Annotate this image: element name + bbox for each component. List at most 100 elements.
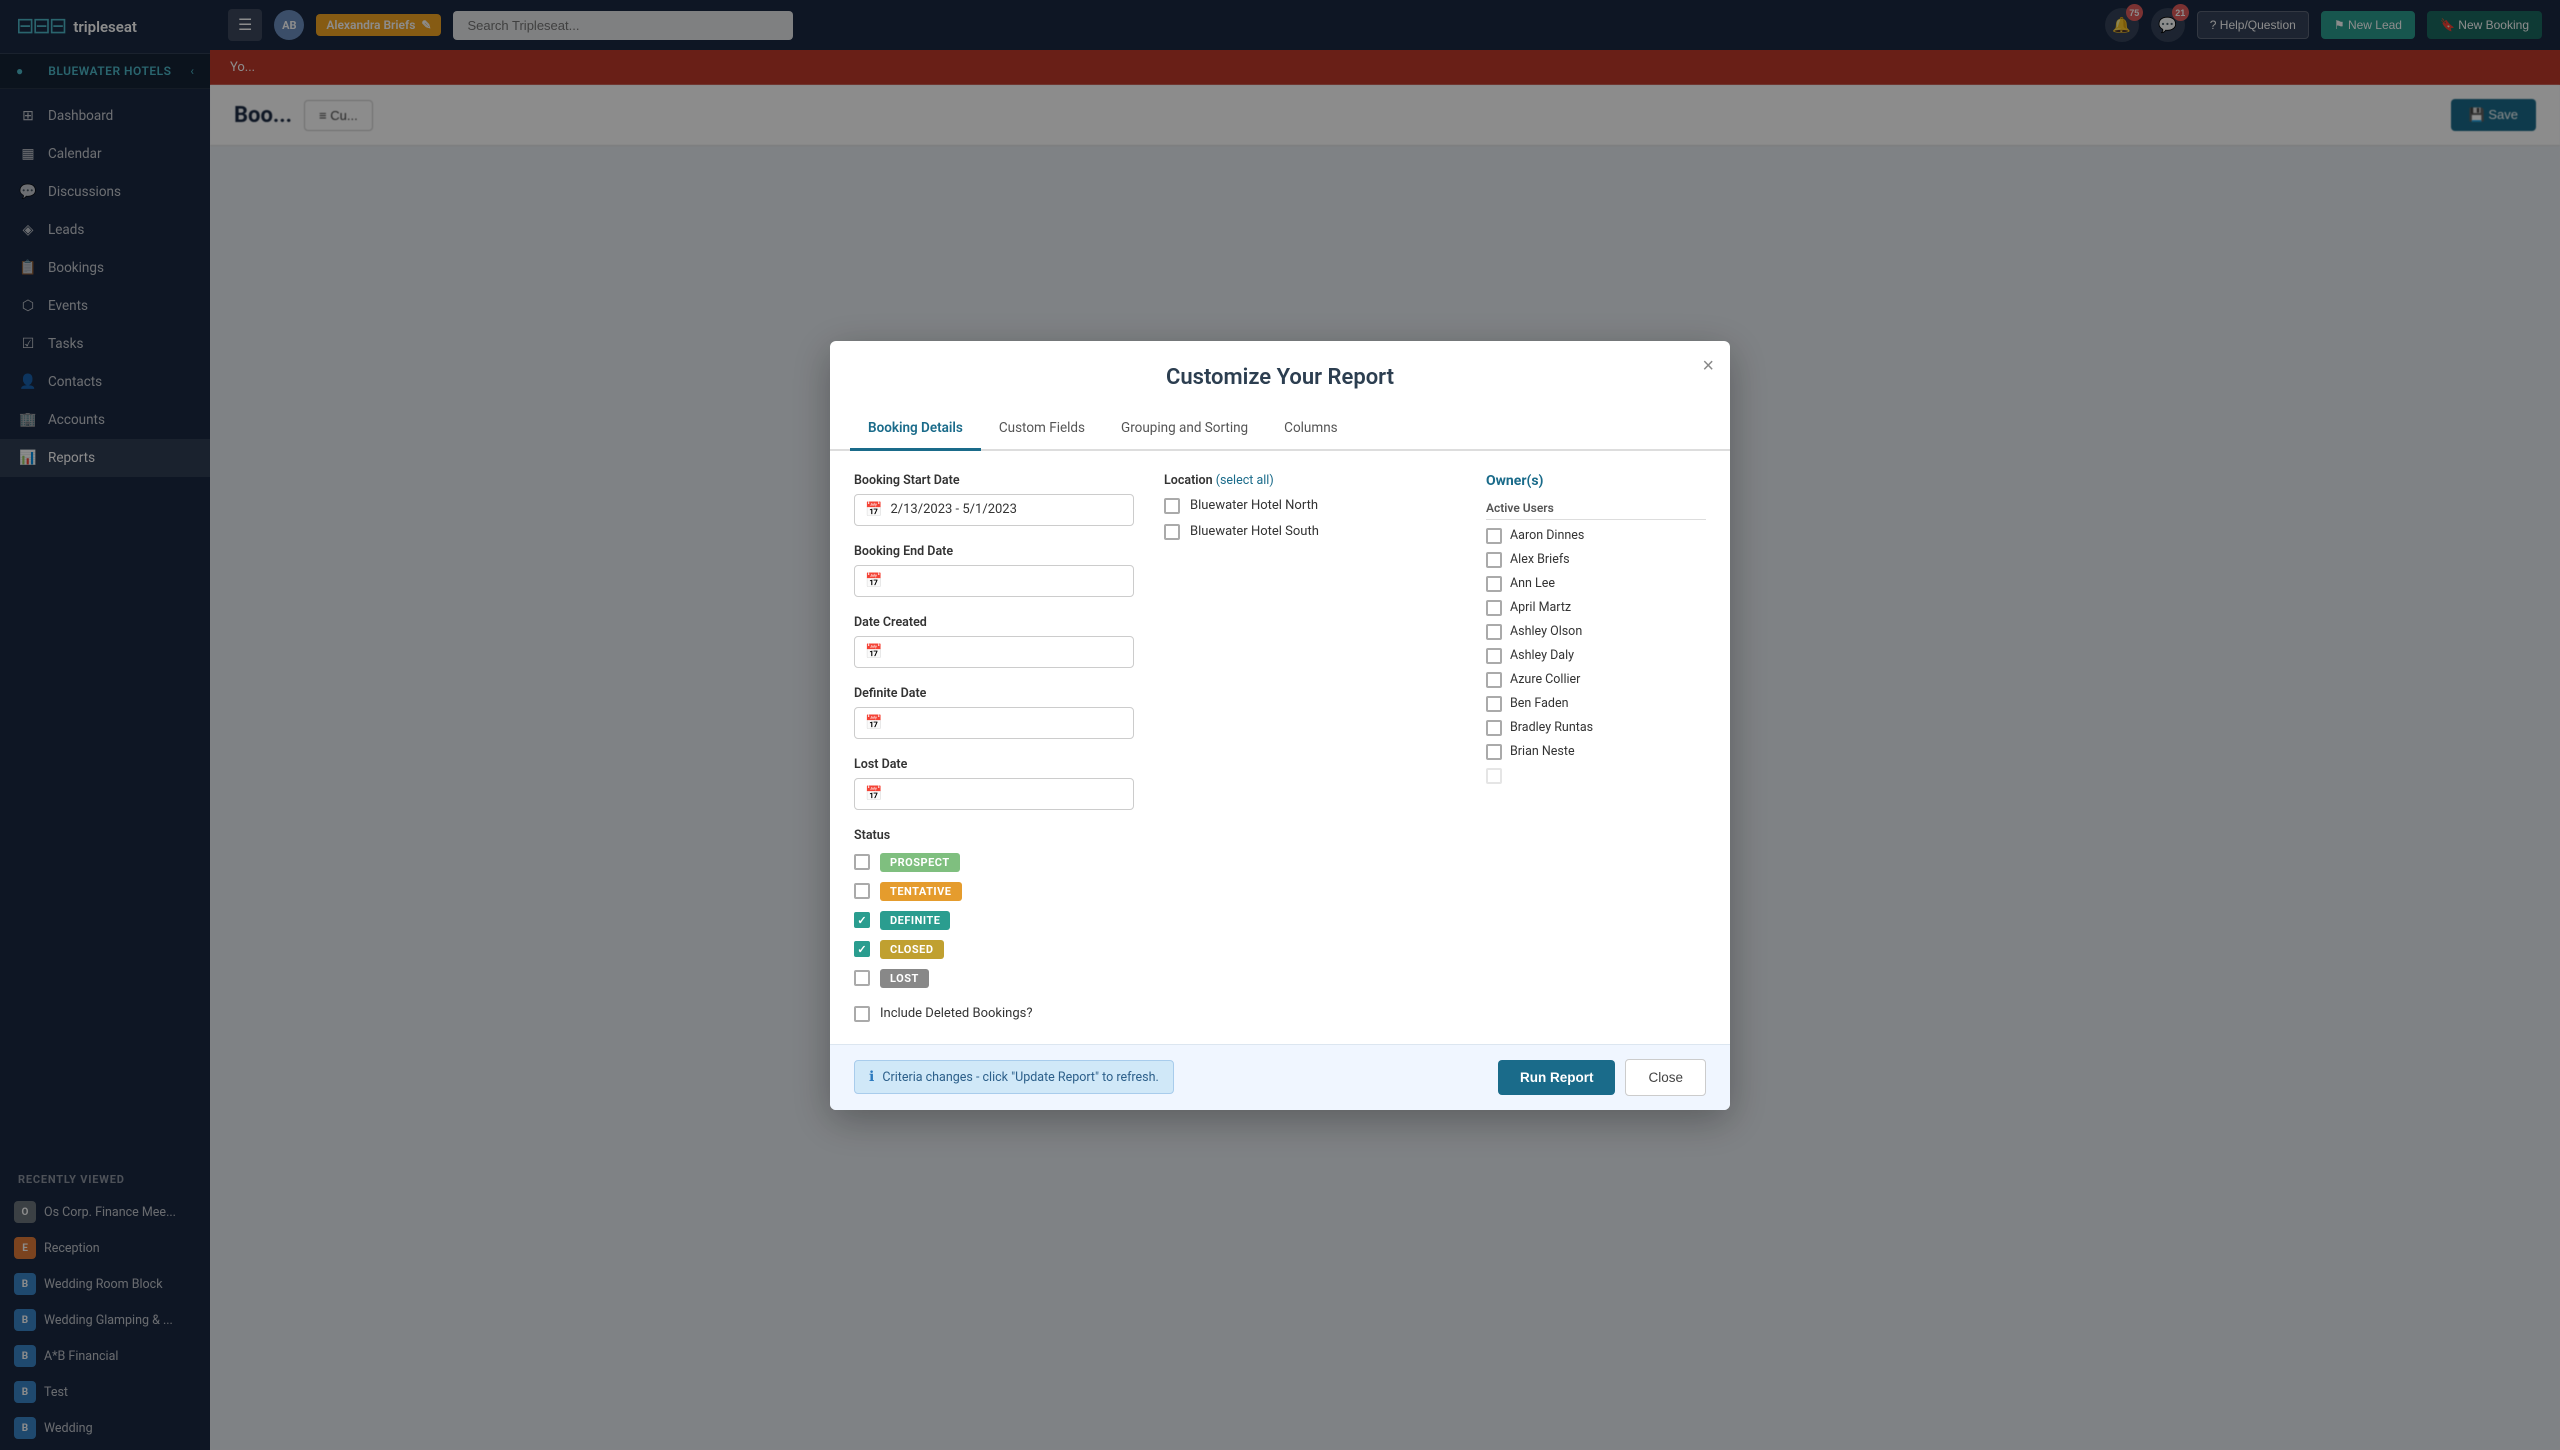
calendar-icon-start: 📅 xyxy=(865,502,882,518)
owner-checkbox-azure[interactable] xyxy=(1486,672,1502,688)
owner-checkbox-ann[interactable] xyxy=(1486,576,1502,592)
include-deleted-checkbox[interactable] xyxy=(854,1006,870,1022)
owner-name-ashley-d: Ashley Daly xyxy=(1510,648,1574,663)
location-checkbox-north[interactable] xyxy=(1164,498,1180,514)
owner-checkbox-bradley[interactable] xyxy=(1486,720,1502,736)
location-checkbox-south[interactable] xyxy=(1164,524,1180,540)
booking-start-date-input[interactable]: 📅 2/13/2023 - 5/1/2023 xyxy=(854,494,1134,526)
location-group: Location (select all) Bluewater Hotel No… xyxy=(1164,473,1456,540)
active-users-label: Active Users xyxy=(1486,501,1706,520)
status-group: Status PROSPECT TENTATIVE DEFINITE xyxy=(854,828,1134,988)
status-item-closed: CLOSED xyxy=(854,940,1134,959)
owner-name-brian: Brian Neste xyxy=(1510,744,1575,759)
owner-item-more xyxy=(1486,768,1706,784)
booking-end-date-input[interactable]: 📅 xyxy=(854,565,1134,597)
status-badge-prospect: PROSPECT xyxy=(880,853,960,872)
tab-booking-details[interactable]: Booking Details xyxy=(850,408,981,451)
status-checkbox-tentative[interactable] xyxy=(854,883,870,899)
booking-start-date-group: Booking Start Date 📅 2/13/2023 - 5/1/202… xyxy=(854,473,1134,526)
owner-name-ann: Ann Lee xyxy=(1510,576,1555,591)
include-deleted-group: Include Deleted Bookings? xyxy=(854,1006,1134,1022)
modal-tabs: Booking Details Custom Fields Grouping a… xyxy=(830,408,1730,451)
modal-overlay[interactable]: Customize Your Report × Booking Details … xyxy=(0,0,2560,1450)
owner-checkbox-aaron[interactable] xyxy=(1486,528,1502,544)
definite-date-input[interactable]: 📅 xyxy=(854,707,1134,739)
lost-date-input[interactable]: 📅 xyxy=(854,778,1134,810)
owner-checkbox-more[interactable] xyxy=(1486,768,1502,784)
status-checkbox-definite[interactable] xyxy=(854,912,870,928)
location-item-south: Bluewater Hotel South xyxy=(1164,524,1456,540)
calendar-icon-lost: 📅 xyxy=(865,786,882,802)
location-header: Location (select all) xyxy=(1164,473,1456,488)
definite-date-label: Definite Date xyxy=(854,686,1134,701)
modal-footer: ℹ Criteria changes - click "Update Repor… xyxy=(830,1044,1730,1110)
calendar-icon-definite: 📅 xyxy=(865,715,882,731)
status-badge-closed: CLOSED xyxy=(880,940,944,959)
status-item-tentative: TENTATIVE xyxy=(854,882,1134,901)
booking-end-date-group: Booking End Date 📅 xyxy=(854,544,1134,597)
location-name-south: Bluewater Hotel South xyxy=(1190,524,1319,539)
modal-title: Customize Your Report xyxy=(854,365,1706,390)
lost-date-label: Lost Date xyxy=(854,757,1134,772)
modal-col-mid: Location (select all) Bluewater Hotel No… xyxy=(1164,473,1456,1022)
date-created-label: Date Created xyxy=(854,615,1134,630)
include-deleted-label: Include Deleted Bookings? xyxy=(880,1006,1033,1021)
status-item-prospect: PROSPECT xyxy=(854,853,1134,872)
status-item-definite: DEFINITE xyxy=(854,911,1134,930)
modal-close-footer-button[interactable]: Close xyxy=(1625,1059,1706,1096)
owner-item-brian: Brian Neste xyxy=(1486,744,1706,760)
calendar-icon-end: 📅 xyxy=(865,573,882,589)
date-created-input[interactable]: 📅 xyxy=(854,636,1134,668)
customize-report-modal: Customize Your Report × Booking Details … xyxy=(830,341,1730,1110)
owner-name-ben: Ben Faden xyxy=(1510,696,1569,711)
owner-item-ben: Ben Faden xyxy=(1486,696,1706,712)
status-badge-lost: LOST xyxy=(880,969,929,988)
status-badge-definite: DEFINITE xyxy=(880,911,950,930)
location-name-north: Bluewater Hotel North xyxy=(1190,498,1318,513)
owner-checkbox-brian[interactable] xyxy=(1486,744,1502,760)
owner-checkbox-alex[interactable] xyxy=(1486,552,1502,568)
tab-columns[interactable]: Columns xyxy=(1266,408,1355,451)
definite-date-group: Definite Date 📅 xyxy=(854,686,1134,739)
location-select-all[interactable]: (select all) xyxy=(1216,473,1274,488)
owner-checkbox-ashley-d[interactable] xyxy=(1486,648,1502,664)
owner-item-april: April Martz xyxy=(1486,600,1706,616)
tab-grouping-sorting[interactable]: Grouping and Sorting xyxy=(1103,408,1266,451)
modal-col-right: Owner(s) Active Users Aaron Dinnes Alex … xyxy=(1486,473,1706,1022)
tab-custom-fields[interactable]: Custom Fields xyxy=(981,408,1103,451)
status-badge-tentative: TENTATIVE xyxy=(880,882,962,901)
modal-col-left: Booking Start Date 📅 2/13/2023 - 5/1/202… xyxy=(854,473,1134,1022)
owner-item-bradley: Bradley Runtas xyxy=(1486,720,1706,736)
lost-date-group: Lost Date 📅 xyxy=(854,757,1134,810)
status-checkbox-closed[interactable] xyxy=(854,941,870,957)
owner-item-azure: Azure Collier xyxy=(1486,672,1706,688)
owner-name-aaron: Aaron Dinnes xyxy=(1510,528,1584,543)
run-report-button[interactable]: Run Report xyxy=(1498,1060,1616,1095)
location-item-north: Bluewater Hotel North xyxy=(1164,498,1456,514)
owner-name-alex: Alex Briefs xyxy=(1510,552,1570,567)
owner-checkbox-ashley-o[interactable] xyxy=(1486,624,1502,640)
status-checkbox-prospect[interactable] xyxy=(854,854,870,870)
owner-checkbox-ben[interactable] xyxy=(1486,696,1502,712)
modal-close-button[interactable]: × xyxy=(1702,355,1714,378)
owner-item-ashley-d: Ashley Daly xyxy=(1486,648,1706,664)
owner-item-ann: Ann Lee xyxy=(1486,576,1706,592)
status-label: Status xyxy=(854,828,1134,843)
booking-start-date-value: 2/13/2023 - 5/1/2023 xyxy=(890,502,1016,517)
booking-end-date-label: Booking End Date xyxy=(854,544,1134,559)
footer-info: ℹ Criteria changes - click "Update Repor… xyxy=(854,1060,1174,1094)
owner-name-ashley-o: Ashley Olson xyxy=(1510,624,1582,639)
status-item-lost: LOST xyxy=(854,969,1134,988)
owner-checkbox-april[interactable] xyxy=(1486,600,1502,616)
info-icon: ℹ xyxy=(869,1069,874,1085)
date-created-group: Date Created 📅 xyxy=(854,615,1134,668)
owner-name-april: April Martz xyxy=(1510,600,1571,615)
owner-item-aaron: Aaron Dinnes xyxy=(1486,528,1706,544)
location-label: Location xyxy=(1164,473,1213,488)
footer-info-text: Criteria changes - click "Update Report"… xyxy=(882,1070,1158,1085)
status-checkbox-lost[interactable] xyxy=(854,970,870,986)
owner-title: Owner(s) xyxy=(1486,473,1706,489)
owner-name-bradley: Bradley Runtas xyxy=(1510,720,1593,735)
owner-item-alex: Alex Briefs xyxy=(1486,552,1706,568)
owner-name-azure: Azure Collier xyxy=(1510,672,1580,687)
